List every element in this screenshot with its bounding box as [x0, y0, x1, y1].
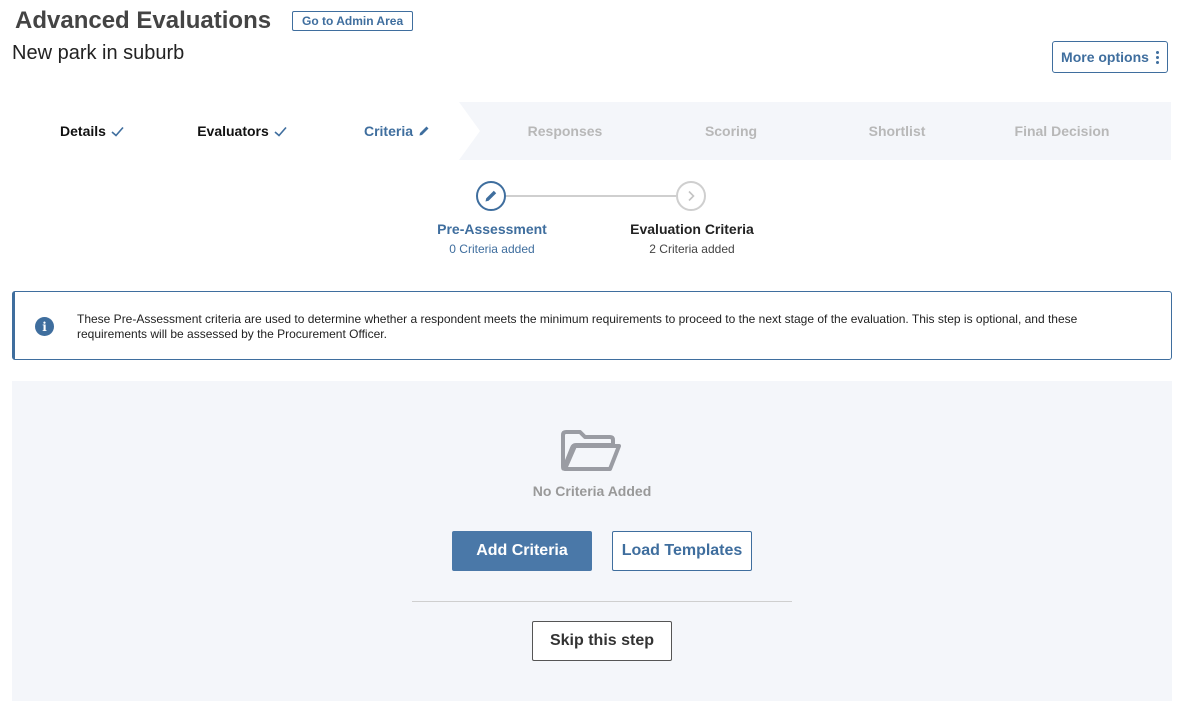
more-options-label: More options: [1061, 49, 1149, 65]
check-icon: [111, 126, 124, 137]
more-options-button[interactable]: More options: [1052, 41, 1168, 73]
step-evaluators[interactable]: Evaluators: [162, 102, 322, 160]
step-final-decision: Final Decision: [982, 102, 1142, 160]
substep-connector: [506, 195, 676, 197]
substep-pre-assessment-label: Pre-Assessment: [437, 221, 547, 237]
info-banner-text: These Pre-Assessment criteria are used t…: [77, 312, 1078, 341]
open-folder-icon: [561, 430, 621, 471]
step-shortlist: Shortlist: [817, 102, 977, 160]
info-icon: i: [35, 317, 54, 336]
step-evaluators-label: Evaluators: [197, 123, 269, 139]
evaluation-stepper: Details Evaluators Criteria Responses Sc…: [12, 102, 1171, 160]
empty-state-message: No Criteria Added: [532, 483, 652, 499]
step-scoring-label: Scoring: [704, 123, 758, 139]
chevron-right-icon: [688, 190, 695, 202]
load-templates-button[interactable]: Load Templates: [612, 531, 752, 571]
info-banner: i These Pre-Assessment criteria are used…: [12, 291, 1172, 360]
pencil-icon: [485, 190, 497, 202]
kebab-menu-icon: [1155, 50, 1159, 64]
go-to-admin-area-button[interactable]: Go to Admin Area: [292, 11, 414, 31]
skip-this-step-button[interactable]: Skip this step: [532, 621, 672, 661]
step-criteria-label: Criteria: [363, 123, 414, 139]
step-responses-label: Responses: [527, 123, 603, 139]
substep-evaluation-criteria-button[interactable]: [676, 181, 706, 211]
check-icon: [274, 126, 287, 137]
evaluation-subtitle: New park in suburb: [12, 42, 185, 64]
step-scoring: Scoring: [651, 102, 811, 160]
pencil-icon: [419, 126, 429, 136]
step-shortlist-label: Shortlist: [868, 123, 926, 139]
step-details[interactable]: Details: [12, 102, 172, 160]
divider: [412, 601, 792, 602]
page-title: Advanced Evaluations: [15, 7, 272, 34]
substep-pre-assessment-button[interactable]: [476, 181, 506, 211]
step-details-label: Details: [60, 123, 106, 139]
add-criteria-button[interactable]: Add Criteria: [452, 531, 592, 571]
substep-evaluation-criteria-label: Evaluation Criteria: [630, 221, 754, 237]
substep-evaluation-criteria-count: 2 Criteria added: [649, 242, 735, 256]
step-final-decision-label: Final Decision: [1014, 123, 1110, 139]
step-responses: Responses: [485, 102, 645, 160]
step-criteria[interactable]: Criteria: [317, 102, 477, 160]
substep-pre-assessment-count: 0 Criteria added: [449, 242, 535, 256]
